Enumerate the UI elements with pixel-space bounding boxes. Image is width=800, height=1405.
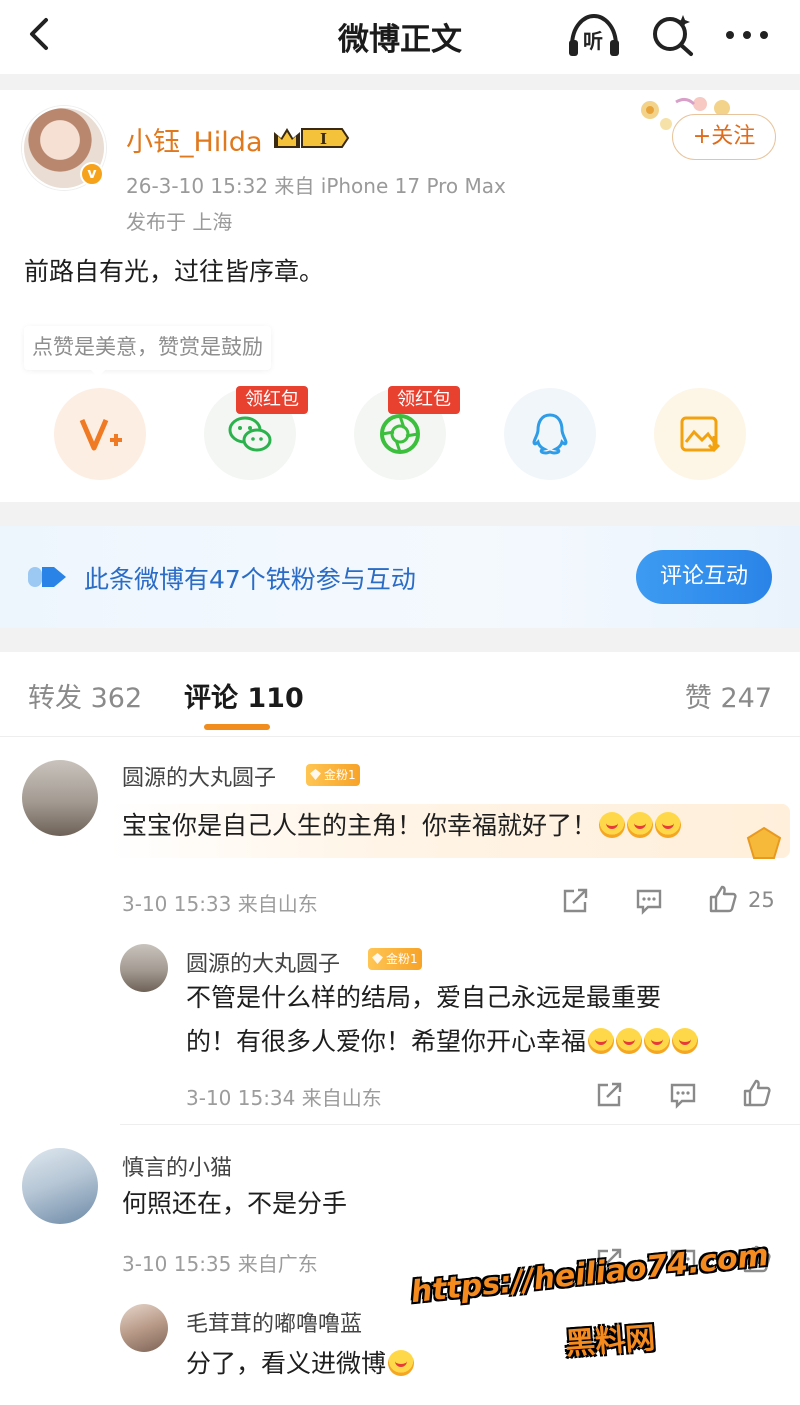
emoji-icon [672,1028,699,1054]
tab-like[interactable]: 赞 247 [685,676,772,715]
comment-avatar[interactable] [22,1148,98,1224]
like-count: 25 [748,888,775,912]
post-location: 发布于 上海 [126,210,233,234]
comment-time: 3-10 15:33 来自山东 [122,892,318,916]
share-icon[interactable] [560,886,590,916]
save-image-button[interactable] [654,388,746,480]
comment-avatar[interactable] [22,760,98,836]
verified-icon: v [80,162,104,186]
reward-v-icon [79,419,122,451]
search-ai-icon[interactable] [650,12,696,58]
fan-badge-label: 金粉1 [324,768,356,782]
reply-avatar[interactable] [120,944,168,992]
gem-icon [310,769,321,780]
emoji-icon [655,812,682,838]
emoji-icon [616,1028,643,1054]
moments-icon [380,414,420,454]
emoji-icon [644,1028,671,1054]
post-meta: 26-3-10 15:32 来自 iPhone 17 Pro Max [126,174,506,198]
fan-badge-label: 金粉1 [386,952,418,966]
comment-text: 何照还在，不是分手 [122,1189,348,1218]
like-icon[interactable] [708,884,738,914]
gem-icon [372,953,383,964]
reward-button[interactable] [54,388,146,480]
like-icon[interactable] [742,1078,772,1108]
red-packet-tag: 领红包 [388,386,460,414]
tooltip-arrow [90,369,106,377]
reply-avatar[interactable] [120,1304,168,1352]
reply-text-line-1: 不管是什么样的结局，爱自己永远是最重要 [186,983,662,1012]
shield-decoration-icon [746,826,782,859]
reply-author[interactable]: 毛茸茸的嘟噜噜蓝 [186,1306,362,1338]
play-arrow-icon [28,567,66,587]
fans-banner[interactable]: 此条微博有47个铁粉参与互动 评论互动 [0,526,800,628]
active-tab-indicator [204,724,270,730]
comment-interact-button[interactable]: 评论互动 [636,550,772,604]
red-packet-tag: 领红包 [236,386,308,414]
gold-fan-badge: 金粉1 [306,764,360,786]
divider [120,1124,800,1125]
tab-comment[interactable]: 评论 110 [184,676,304,715]
post-card: v 小钰_Hilda I 26-3-10 15:32 来自 iPhone 17 … [0,90,800,502]
save-image-icon [680,416,721,453]
comment-icon[interactable] [668,1080,698,1110]
reply-text: 分了，看义进微博 [186,1344,415,1384]
post-text: 前路自有光，过往皆序章。 [24,257,325,286]
comment-author[interactable]: 圆源的大丸圆子 [122,760,276,792]
gold-fan-badge: 金粉1 [368,948,422,970]
emoji-icon [627,812,654,838]
fans-banner-text: 此条微博有47个铁粉参与互动 [84,565,416,594]
more-icon[interactable] [722,20,772,50]
emoji-icon [599,812,626,838]
reply-time: 3-10 15:34 来自山东 [186,1086,382,1110]
comment-time: 3-10 15:35 来自广东 [122,1252,318,1276]
comment-text-content: 宝宝你是自己人生的主角！你幸福就好了！ [122,811,598,840]
divider [0,736,800,737]
reward-tooltip: 点赞是美意，赞赏是鼓励 [24,326,271,370]
vip-level: I [320,130,327,148]
author-name[interactable]: 小钰_Hilda [126,120,263,159]
comment-text: 宝宝你是自己人生的主角！你幸福就好了！ [122,806,682,846]
reply-author[interactable]: 圆源的大丸圆子 [186,946,340,978]
comment-icon[interactable] [634,886,664,916]
reply-text-line-2: 的！有很多人爱你！希望你开心幸福 [186,1022,699,1062]
qq-icon [532,413,568,455]
author-avatar[interactable]: v [22,106,106,190]
listen-label: 听 [583,29,603,53]
tab-repost[interactable]: 转发 362 [28,676,142,715]
reply-text-content: 分了，看义进微博 [186,1349,387,1378]
follow-button[interactable]: +关注 [672,114,776,160]
comments-section: 转发 362 评论 110 赞 247 圆源的大丸圆子 金粉1 宝宝你是自己人生… [0,652,800,1405]
reply-text-content: 的！有很多人爱你！希望你开心幸福 [186,1027,587,1056]
share-icon[interactable] [594,1080,624,1110]
top-nav-bar: 微博正文 听 [0,0,800,74]
emoji-icon [588,1028,615,1054]
watermark-site: 黑料网 [564,1320,657,1363]
comment-author[interactable]: 慎言的小猫 [122,1150,232,1182]
crying-emoji-icon [388,1350,415,1376]
vip-crown-icon[interactable]: I [272,124,350,152]
share-qq-button[interactable] [504,388,596,480]
wechat-icon [228,416,272,452]
